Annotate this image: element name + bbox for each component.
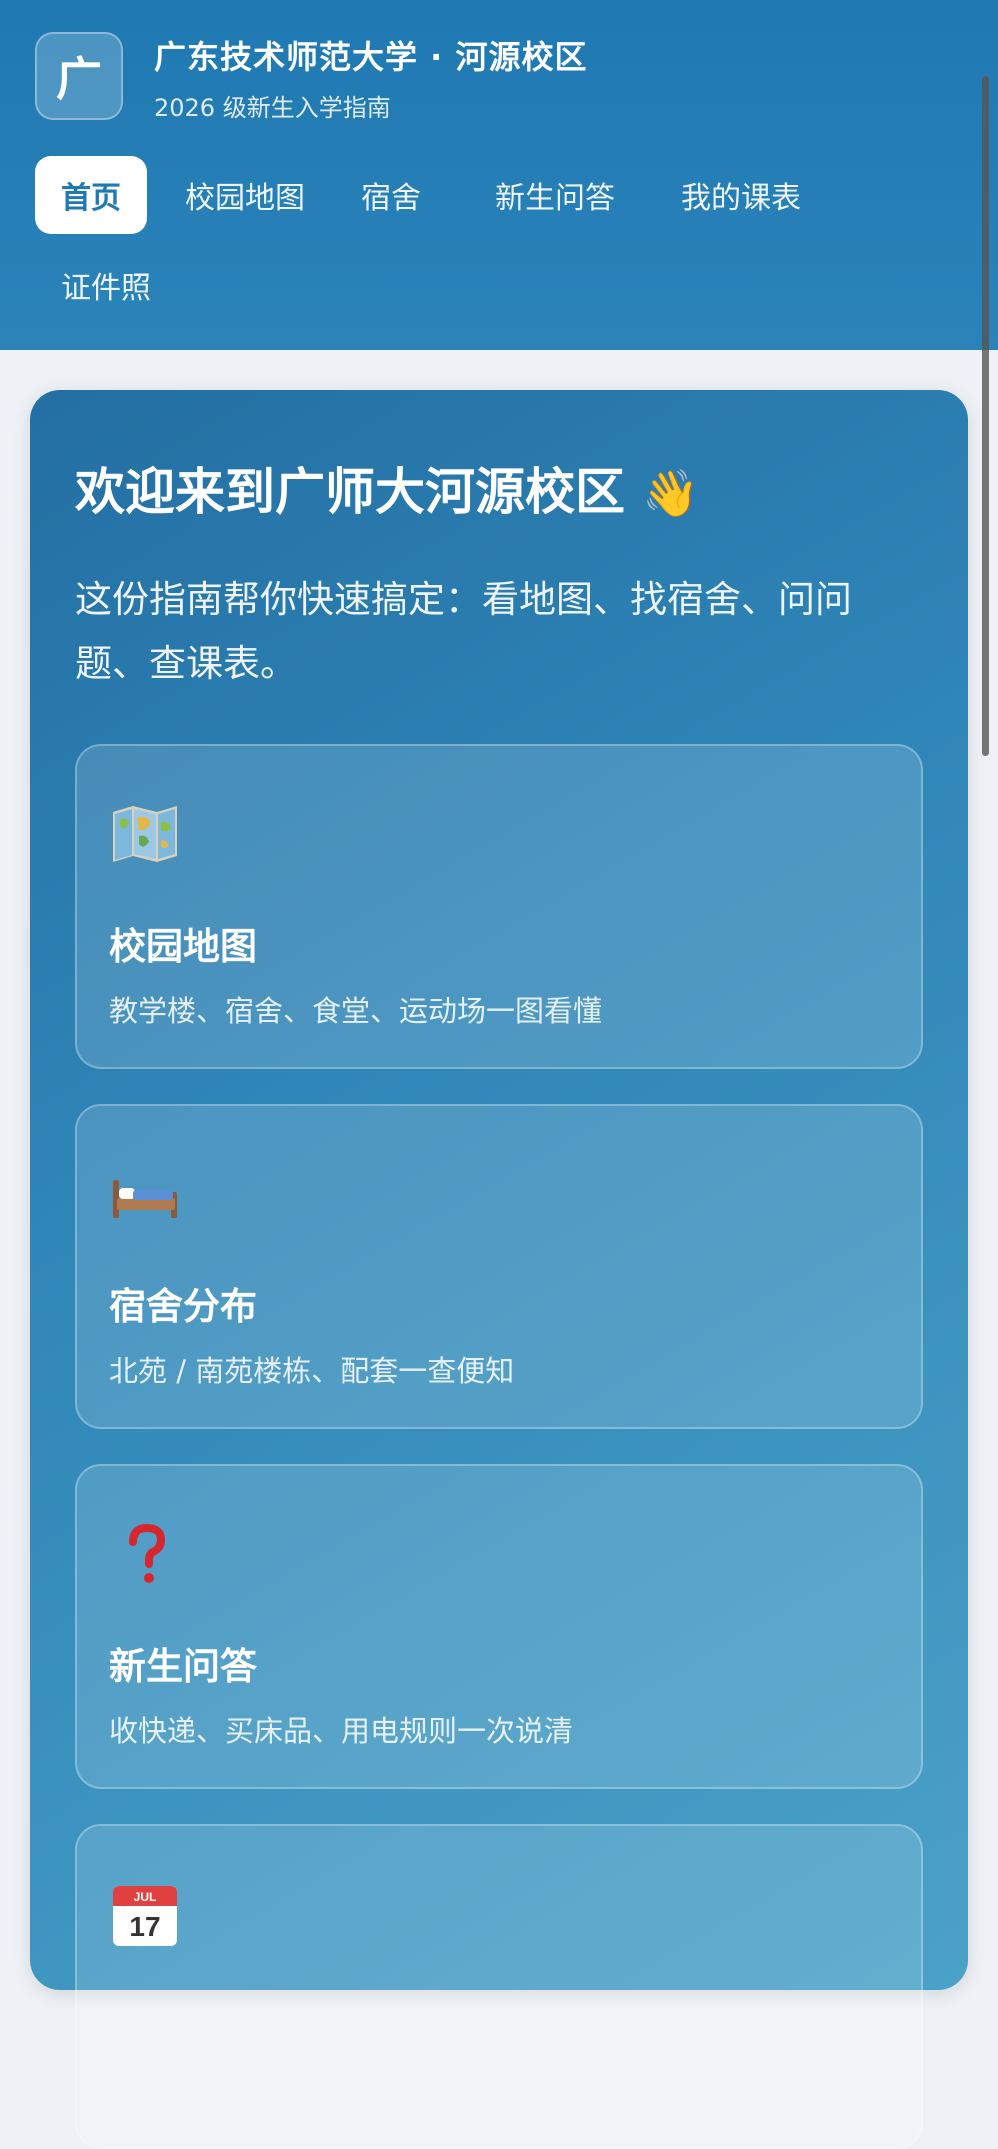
card-title: 校园地图 [109, 925, 257, 968]
calendar-day: 17 [129, 1911, 160, 1942]
card-dorm[interactable]: 宿舍分布 北苑 / 南苑楼栋、配套一查便知 [75, 1104, 923, 1429]
card-campus-map[interactable]: 校园地图 教学楼、宿舍、食堂、运动场一图看懂 [75, 744, 923, 1069]
calendar-month: JUL [134, 1890, 157, 1904]
app-subtitle: 2026 级新生入学指南 [154, 94, 391, 122]
card-description: 教学楼、宿舍、食堂、运动场一图看懂 [109, 994, 603, 1028]
card-freshman-qa[interactable]: 新生问答 收快递、买床品、用电规则一次说清 [75, 1464, 923, 1789]
tab-home[interactable]: 首页 [35, 156, 147, 234]
tab-freshman-qa[interactable]: 新生问答 [469, 156, 641, 234]
welcome-title: 欢迎来到广师大河源校区 👋 [75, 452, 700, 524]
school-logo: 广 [35, 32, 123, 120]
card-schedule[interactable]: JUL 17 [75, 1824, 923, 2149]
tab-dorm[interactable]: 宿舍 [335, 156, 447, 234]
card-title: 宿舍分布 [109, 1285, 257, 1328]
waving-hand-icon: 👋 [642, 466, 700, 520]
tab-campus-map[interactable]: 校园地图 [159, 156, 331, 234]
card-title: 新生问答 [109, 1645, 257, 1688]
calendar-icon: JUL 17 [113, 1886, 177, 1946]
app-header: 广 广东技术师范大学 · 河源校区 2026 级新生入学指南 首页 校园地图 宿… [0, 0, 998, 350]
welcome-panel: 欢迎来到广师大河源校区 👋 这份指南帮你快速搞定：看地图、找宿舍、问问题、查课表… [30, 390, 968, 2149]
tab-my-schedule[interactable]: 我的课表 [655, 156, 827, 234]
question-icon [129, 1523, 166, 1583]
card-description: 收快递、买床品、用电规则一次说清 [109, 1714, 574, 1748]
welcome-title-text: 欢迎来到广师大河源校区 [75, 463, 625, 521]
welcome-intro: 这份指南帮你快速搞定：看地图、找宿舍、问问题、查课表。 [75, 578, 852, 685]
card-description: 北苑 / 南苑楼栋、配套一查便知 [109, 1354, 515, 1388]
map-icon [113, 806, 177, 862]
page-scrollbar[interactable] [982, 76, 989, 756]
app-title: 广东技术师范大学 · 河源校区 [154, 38, 588, 76]
bed-icon [113, 1180, 177, 1218]
tab-id-photo[interactable]: 证件照 [35, 246, 177, 324]
